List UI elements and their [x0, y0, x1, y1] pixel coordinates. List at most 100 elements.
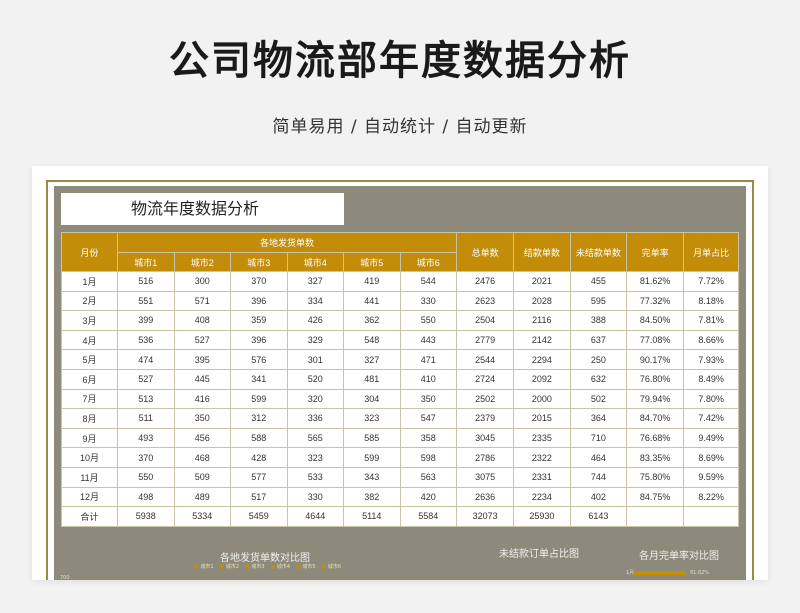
month-cell[interactable]: 9月 — [61, 427, 118, 449]
settled-cell[interactable]: 25930 — [513, 506, 571, 527]
city-cell[interactable]: 350 — [173, 408, 231, 429]
share-cell[interactable]: 8.69% — [683, 447, 740, 468]
settled-cell[interactable]: 2000 — [513, 388, 571, 410]
total-cell[interactable]: 2379 — [456, 408, 515, 429]
rate-cell[interactable]: 83.35% — [626, 447, 685, 468]
settled-cell[interactable]: 2142 — [513, 329, 571, 351]
city-cell[interactable]: 359 — [230, 310, 288, 331]
city-cell[interactable]: 551 — [117, 290, 175, 312]
rate-cell[interactable]: 77.32% — [626, 290, 685, 312]
unsettled-cell[interactable]: 502 — [569, 388, 628, 410]
share-cell[interactable]: 8.22% — [683, 486, 740, 508]
city-cell[interactable]: 468 — [173, 447, 231, 468]
city-cell[interactable]: 323 — [286, 447, 344, 468]
unsettled-cell[interactable]: 402 — [569, 486, 628, 508]
city-cell[interactable]: 548 — [343, 329, 401, 351]
city-cell[interactable]: 5938 — [117, 506, 175, 527]
city-cell[interactable]: 571 — [173, 290, 231, 312]
rate-cell[interactable] — [626, 506, 685, 527]
city-cell[interactable]: 576 — [230, 349, 288, 370]
total-cell[interactable]: 2779 — [456, 329, 515, 351]
unsettled-cell[interactable]: 595 — [569, 290, 628, 312]
month-cell[interactable]: 4月 — [61, 329, 118, 351]
share-cell[interactable]: 8.66% — [683, 329, 740, 351]
total-cell[interactable]: 3045 — [456, 427, 515, 449]
rate-cell[interactable]: 77.08% — [626, 329, 685, 351]
unsettled-cell[interactable]: 388 — [569, 310, 628, 331]
city-cell[interactable]: 428 — [230, 447, 288, 468]
rate-cell[interactable]: 84.70% — [626, 408, 685, 429]
city-cell[interactable]: 474 — [117, 349, 175, 370]
month-cell[interactable]: 1月 — [61, 271, 118, 292]
city-cell[interactable]: 509 — [173, 466, 231, 488]
total-cell[interactable]: 2476 — [456, 271, 515, 292]
total-cell[interactable]: 2724 — [456, 368, 515, 390]
rate-cell[interactable]: 76.68% — [626, 427, 685, 449]
city-cell[interactable]: 520 — [286, 368, 344, 390]
city-cell[interactable]: 536 — [117, 329, 175, 351]
share-cell[interactable]: 9.59% — [683, 466, 740, 488]
unsettled-cell[interactable]: 464 — [569, 447, 628, 468]
share-cell[interactable]: 7.93% — [683, 349, 740, 370]
settled-cell[interactable]: 2322 — [513, 447, 571, 468]
city-cell[interactable]: 516 — [117, 271, 175, 292]
city-cell[interactable]: 350 — [399, 388, 458, 410]
city-cell[interactable]: 330 — [399, 290, 458, 312]
settled-cell[interactable]: 2021 — [513, 271, 571, 292]
city-cell[interactable]: 300 — [173, 271, 231, 292]
unsettled-cell[interactable]: 364 — [569, 408, 628, 429]
city-cell[interactable]: 382 — [343, 486, 401, 508]
month-cell[interactable]: 12月 — [61, 486, 118, 508]
city-cell[interactable]: 443 — [399, 329, 458, 351]
city-cell[interactable]: 4644 — [286, 506, 344, 527]
total-cell[interactable]: 2636 — [456, 486, 515, 508]
city-cell[interactable]: 336 — [286, 408, 344, 429]
settled-cell[interactable]: 2028 — [513, 290, 571, 312]
city-cell[interactable]: 527 — [117, 368, 175, 390]
total-cell[interactable]: 2504 — [456, 310, 515, 331]
month-cell[interactable]: 8月 — [61, 408, 118, 429]
share-cell[interactable]: 9.49% — [683, 427, 740, 449]
city-cell[interactable]: 565 — [286, 427, 344, 449]
city-cell[interactable]: 358 — [399, 427, 458, 449]
city-cell[interactable]: 323 — [343, 408, 401, 429]
city-cell[interactable]: 517 — [230, 486, 288, 508]
city-cell[interactable]: 544 — [399, 271, 458, 292]
city-cell[interactable]: 498 — [117, 486, 175, 508]
total-cell[interactable]: 2544 — [456, 349, 515, 370]
settled-cell[interactable]: 2331 — [513, 466, 571, 488]
city-cell[interactable]: 370 — [117, 447, 175, 468]
settled-cell[interactable]: 2116 — [513, 310, 571, 331]
city-cell[interactable]: 416 — [173, 388, 231, 410]
city-cell[interactable]: 320 — [286, 388, 344, 410]
unsettled-cell[interactable]: 250 — [569, 349, 628, 370]
rate-cell[interactable]: 84.75% — [626, 486, 685, 508]
month-cell[interactable]: 11月 — [61, 466, 118, 488]
city-cell[interactable]: 441 — [343, 290, 401, 312]
share-cell[interactable]: 7.42% — [683, 408, 740, 429]
unsettled-cell[interactable]: 637 — [569, 329, 628, 351]
month-cell[interactable]: 3月 — [61, 310, 118, 331]
city-cell[interactable]: 362 — [343, 310, 401, 331]
unsettled-cell[interactable]: 744 — [569, 466, 628, 488]
share-cell[interactable]: 8.49% — [683, 368, 740, 390]
total-cell[interactable]: 3075 — [456, 466, 515, 488]
rate-cell[interactable]: 79.94% — [626, 388, 685, 410]
rate-cell[interactable]: 84.50% — [626, 310, 685, 331]
rate-cell[interactable]: 81.62% — [626, 271, 685, 292]
city-cell[interactable]: 334 — [286, 290, 344, 312]
city-cell[interactable]: 533 — [286, 466, 344, 488]
city-cell[interactable]: 5114 — [343, 506, 401, 527]
settled-cell[interactable]: 2335 — [513, 427, 571, 449]
rate-cell[interactable]: 75.80% — [626, 466, 685, 488]
share-cell[interactable]: 7.72% — [683, 271, 740, 292]
month-cell[interactable]: 6月 — [61, 368, 118, 390]
city-cell[interactable]: 396 — [230, 329, 288, 351]
city-cell[interactable]: 481 — [343, 368, 401, 390]
settled-cell[interactable]: 2015 — [513, 408, 571, 429]
city-cell[interactable]: 550 — [399, 310, 458, 331]
city-cell[interactable]: 426 — [286, 310, 344, 331]
city-cell[interactable]: 511 — [117, 408, 175, 429]
city-cell[interactable]: 408 — [173, 310, 231, 331]
city-cell[interactable]: 563 — [399, 466, 458, 488]
